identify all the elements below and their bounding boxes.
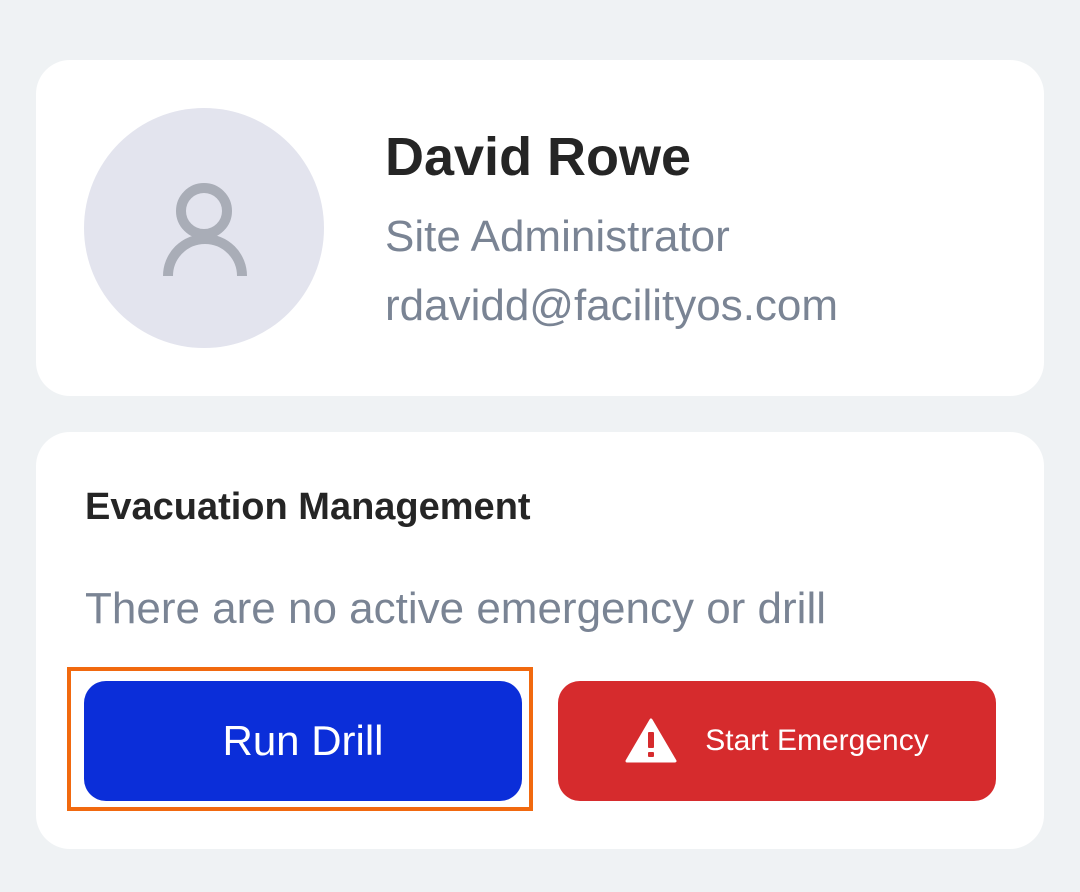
section-title: Evacuation Management	[85, 486, 531, 528]
avatar	[84, 108, 324, 348]
run-drill-button[interactable]: Run Drill	[84, 681, 522, 801]
warning-triangle-icon	[625, 718, 677, 763]
profile-card: David Rowe Site Administrator rdavidd@fa…	[36, 60, 1044, 396]
start-emergency-button[interactable]: Start Emergency	[558, 681, 996, 801]
evacuation-status: There are no active emergency or drill	[85, 584, 826, 633]
evacuation-card: Evacuation Management There are no activ…	[36, 432, 1044, 849]
user-role: Site Administrator	[385, 212, 730, 261]
person-icon	[163, 183, 247, 277]
user-email: rdavidd@facilityos.com	[385, 281, 839, 330]
user-name: David Rowe	[385, 127, 692, 187]
start-emergency-label: Start Emergency	[705, 724, 929, 757]
run-drill-label: Run Drill	[222, 717, 384, 764]
